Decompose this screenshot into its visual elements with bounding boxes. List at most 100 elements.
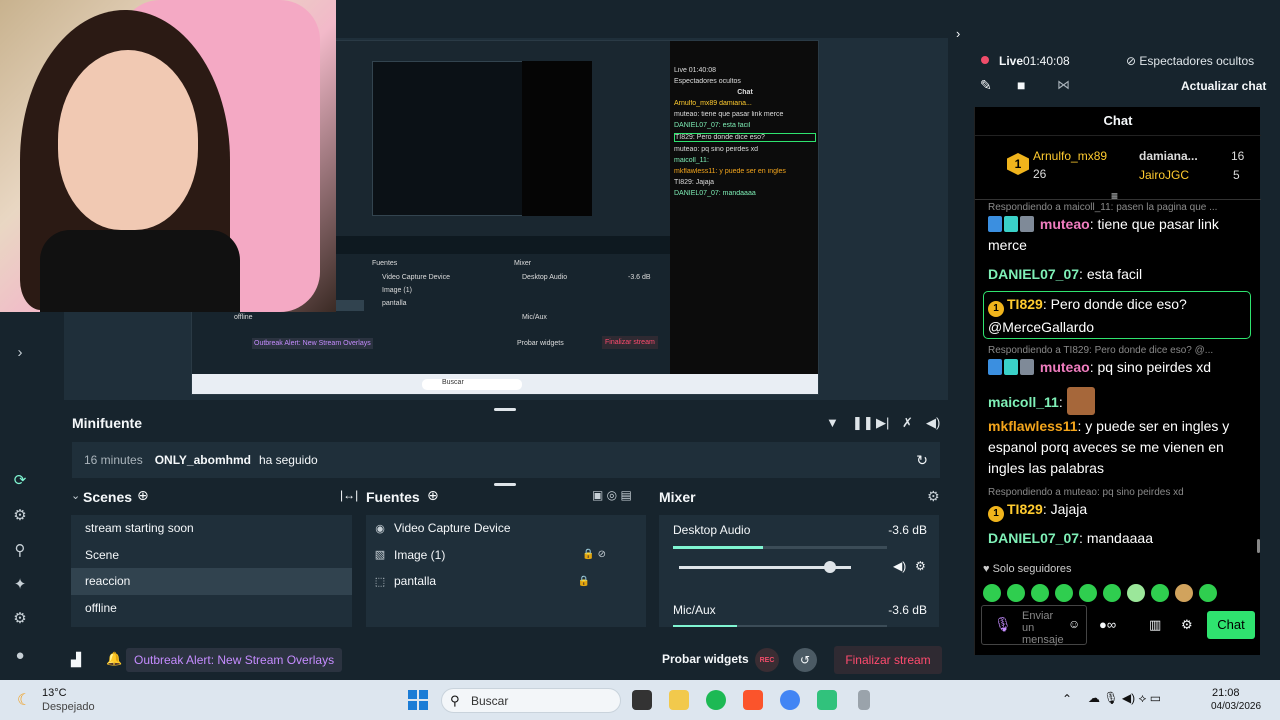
chat-message: DANIEL07_07: mandaaaa [988,528,1250,549]
chrome-icon[interactable] [780,690,800,710]
channel-points-icon[interactable]: ●∞ [1099,617,1116,632]
channel-settings-icon[interactable]: ⚙ [915,559,926,573]
chat-username[interactable]: DANIEL07_07 [988,266,1079,282]
scene-item[interactable]: offline [71,595,352,622]
badge-icon [1020,216,1034,232]
emote-icon[interactable] [1031,584,1049,602]
stats-icon[interactable]: ▟ [71,652,81,668]
nested-label: offline [234,314,253,321]
update-chat-button[interactable]: Actualizar chat [1181,79,1266,93]
ai-icon[interactable]: ✦ [10,574,30,594]
pause-icon[interactable]: ❚❚ [852,415,874,431]
webcam-icon: ◉ [375,522,385,535]
apps-icon[interactable]: ⚲ [10,540,30,560]
file-explorer-icon[interactable] [669,690,689,710]
source-item[interactable]: ▧ Image (1) 🔒 ⊘ [366,542,646,569]
clock-time[interactable]: 21:08 [1212,687,1240,699]
source-tools-icons[interactable]: ▣ ◎ ▤ [592,488,632,502]
leaderboard-toggle-icon[interactable]: ≡ [1111,189,1118,203]
scene-item-selected[interactable]: reaccion [71,568,352,595]
source-list: ◉ Video Capture Device ▧ Image (1) 🔒 ⊘ ⬚… [366,515,646,627]
themes-icon[interactable]: ⚙ [10,505,30,525]
nested-label: Fuentes [372,260,398,267]
filter-icon[interactable]: ▼ [826,415,839,430]
chat-scrollbar[interactable] [1257,539,1260,553]
top-user: Arnulfo_mx89 [1033,149,1108,163]
store-icon[interactable]: ▥ [1149,617,1161,633]
live-indicator-icon [981,56,989,64]
microphone-icon[interactable]: 🎙 [994,616,1012,633]
chat-username[interactable]: muteao [1040,216,1090,232]
task-view-icon[interactable] [632,690,652,710]
chat-username[interactable]: DANIEL07_07 [988,530,1079,546]
add-source-icon[interactable]: ⊕ [427,487,439,504]
mute-icon[interactable]: ◀) [893,559,906,573]
settings-icon[interactable]: ⚙ [10,608,30,628]
send-chat-button[interactable]: Chat [1207,611,1255,639]
event-text: ha seguido [258,453,318,467]
tray-expand-icon[interactable]: ⌃ [1062,692,1072,706]
scene-transition-icon[interactable]: |↔| [340,488,358,502]
spotify-icon[interactable] [706,690,726,710]
mute-alerts-icon[interactable]: ✗ [902,415,913,431]
profile-icon[interactable]: ● [10,645,30,665]
channel-name: Mic/Aux [673,603,716,617]
chat-username[interactable]: maicoll_11 [988,394,1059,410]
alert-notification[interactable]: Outbreak Alert: New Stream Overlays [126,648,343,672]
emote-icon[interactable] [1055,584,1073,602]
volume-knob[interactable] [824,561,837,573]
start-icon[interactable] [408,690,428,710]
emote-icon[interactable] [1079,584,1097,602]
mixer-settings-icon[interactable]: ⚙ [927,488,940,505]
weather-desc: Despejado [42,701,95,713]
chat-username[interactable]: mkflawless11 [988,418,1078,434]
chat-username[interactable]: muteao [1040,359,1090,375]
replay-buffer-button[interactable]: ↺ [793,648,817,672]
viewer-count[interactable]: ⊘ Espectadores ocultos [1126,54,1254,68]
expand-chevron-icon[interactable]: › [10,342,30,362]
skip-icon[interactable]: ▶| [876,415,889,431]
source-item[interactable]: ◉ Video Capture Device [366,515,646,542]
end-stream-button[interactable]: Finalizar stream [834,646,942,674]
collapse-sidebar-icon[interactable]: › [956,26,960,41]
record-button[interactable]: REC [755,648,779,672]
add-scene-icon[interactable]: ⊕ [137,487,149,504]
chat-username[interactable]: TI829 [1007,501,1043,517]
source-label: pantalla [394,574,437,589]
brave-icon[interactable] [743,690,763,710]
camera-icon[interactable]: ■ [1017,77,1025,93]
emote-bar [983,584,1253,602]
scene-item[interactable]: Scene [71,542,352,569]
share-icon[interactable]: ⋈ [1057,77,1070,93]
lock-icon[interactable]: 🔒 [578,576,590,587]
chat-username[interactable]: TI829 [1007,296,1043,312]
streamlabs-icon[interactable] [817,690,837,710]
emote-icon[interactable] [983,584,1001,602]
taskbar-search[interactable]: ⚲ Buscar [441,688,621,713]
edit-icon[interactable]: ✎ [980,77,992,94]
emote-icon[interactable] [1007,584,1025,602]
emote-icon[interactable] [1175,584,1193,602]
source-item[interactable]: ⬚ pantalla 🔒 [366,568,646,595]
weather-temp[interactable]: 13°C [42,687,67,699]
emote-icon[interactable] [1151,584,1169,602]
scene-item[interactable]: stream starting soon [71,515,352,542]
studio-icon[interactable]: ⟳ [10,470,30,490]
emoji-icon[interactable]: ☺ [1068,617,1080,631]
volume-icon[interactable]: ◀) [926,415,940,431]
chat-settings-icon[interactable]: ⚙ [1181,617,1193,633]
tray-icons[interactable]: ☁ 🎙 ◀) ⟡ ▭ [1088,691,1161,706]
emote-icon[interactable] [1103,584,1121,602]
chat-input[interactable]: 🎙 Enviar un mensaje ☺ [981,605,1087,646]
emote-icon[interactable] [1127,584,1145,602]
lock-hide-icons[interactable]: 🔒 ⊘ [582,549,606,560]
volume-slider[interactable] [679,561,851,573]
microphone-app-icon[interactable] [858,690,870,710]
collapse-icon[interactable]: ⌄ [71,489,80,502]
test-widgets-button[interactable]: Probar widgets [662,652,749,666]
source-label: Image (1) [394,547,446,562]
notifications-icon[interactable]: 🔔 [106,651,122,667]
emote-icon[interactable] [1199,584,1217,602]
replay-event-icon[interactable]: ↻ [916,452,928,469]
nested-chat-line: muteao: tiene que pasar link merce [674,111,784,118]
